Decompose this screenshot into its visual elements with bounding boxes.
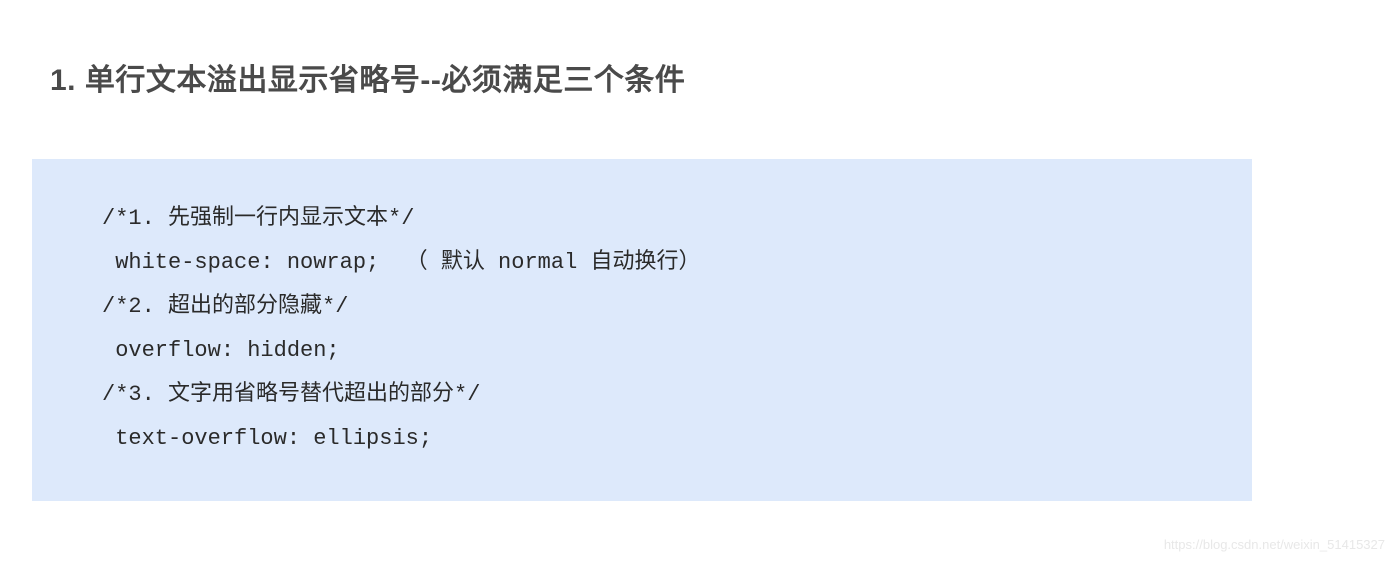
code-line-property-1: white-space: nowrap; （ 默认 normal 自动换行）: [102, 241, 1182, 285]
code-line-comment-2: /*2. 超出的部分隐藏*/: [102, 285, 1182, 329]
document-container: 1. 单行文本溢出显示省略号--必须满足三个条件 /*1. 先强制一行内显示文本…: [0, 0, 1397, 501]
code-line-property-2: overflow: hidden;: [102, 329, 1182, 373]
code-line-comment-1: /*1. 先强制一行内显示文本*/: [102, 197, 1182, 241]
section-heading: 1. 单行文本溢出显示省略号--必须满足三个条件: [50, 55, 1347, 99]
code-block: /*1. 先强制一行内显示文本*/ white-space: nowrap; （…: [32, 159, 1252, 501]
code-line-comment-3: /*3. 文字用省略号替代超出的部分*/: [102, 373, 1182, 417]
watermark-text: https://blog.csdn.net/weixin_51415327: [1164, 537, 1385, 552]
code-line-property-3: text-overflow: ellipsis;: [102, 417, 1182, 461]
